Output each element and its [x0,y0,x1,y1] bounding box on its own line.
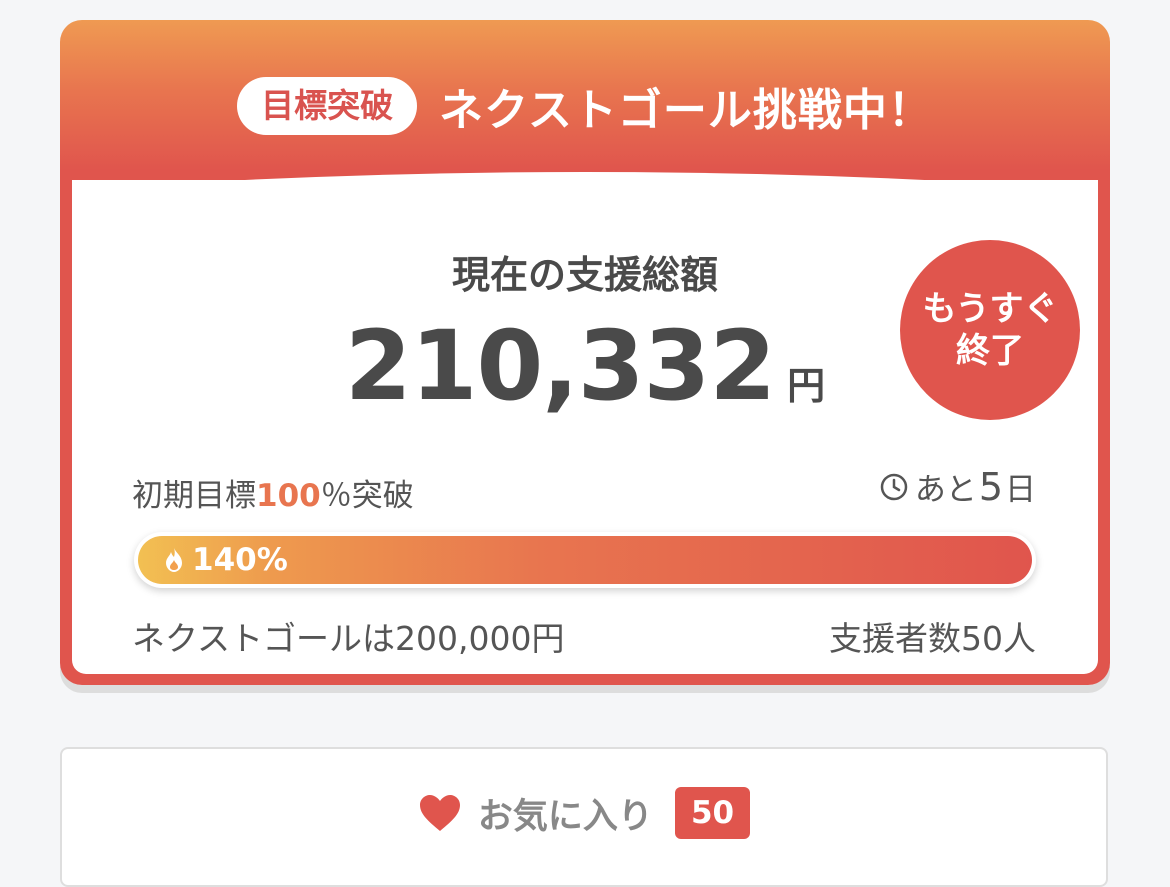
favorite-label: お気に入り [477,796,653,837]
total-amount: 210,332 [344,310,776,422]
remaining-prefix: あと [914,472,977,508]
ending-soon-badge: もうすぐ 終了 [900,240,1080,420]
heart-icon [419,795,460,831]
progress-bar: 140% [134,532,1036,588]
headline: ネクストゴール挑戦中！ [439,85,933,136]
flame-icon [166,548,182,572]
clock-icon [880,473,908,500]
goal-suffix: ％突破 [320,478,414,514]
currency-label: 円 [787,364,826,408]
summary-panel: 現在の支援総額 210,332 円 もうすぐ 終了 初期目標100％突破 あと 5… [72,172,1098,674]
initial-goal-text: 初期目標100％突破 [132,470,414,515]
goal-prefix: 初期目標 [132,478,256,514]
progress-percent: 140% [192,542,288,578]
ending-soon-line1: もうすぐ [922,288,1058,329]
favorite-count-badge: 50 [674,787,751,839]
time-remaining: あと 5 日 [879,464,1036,509]
goal-percent: 100 [256,478,321,514]
supporter-count: 支援者数50人 [829,619,1036,658]
favorite-button[interactable]: お気に入り 50 [60,747,1108,887]
card-header: 目標突破 ネクストゴール挑戦中！ [60,20,1110,180]
funding-card: 目標突破 ネクストゴール挑戦中！ 現在の支援総額 210,332 円 もうすぐ 終… [60,20,1110,685]
panel-curve [72,172,1098,202]
remaining-suffix: 日 [1005,472,1036,508]
ending-soon-line2: 終了 [956,331,1024,371]
remaining-days: 5 [978,464,1003,509]
progress-label: 140% [160,542,288,578]
goal-achieved-badge: 目標突破 [237,77,418,135]
progress-fill: 140% [138,536,1032,584]
next-goal-text: ネクストゴールは200,000円 [132,619,565,658]
